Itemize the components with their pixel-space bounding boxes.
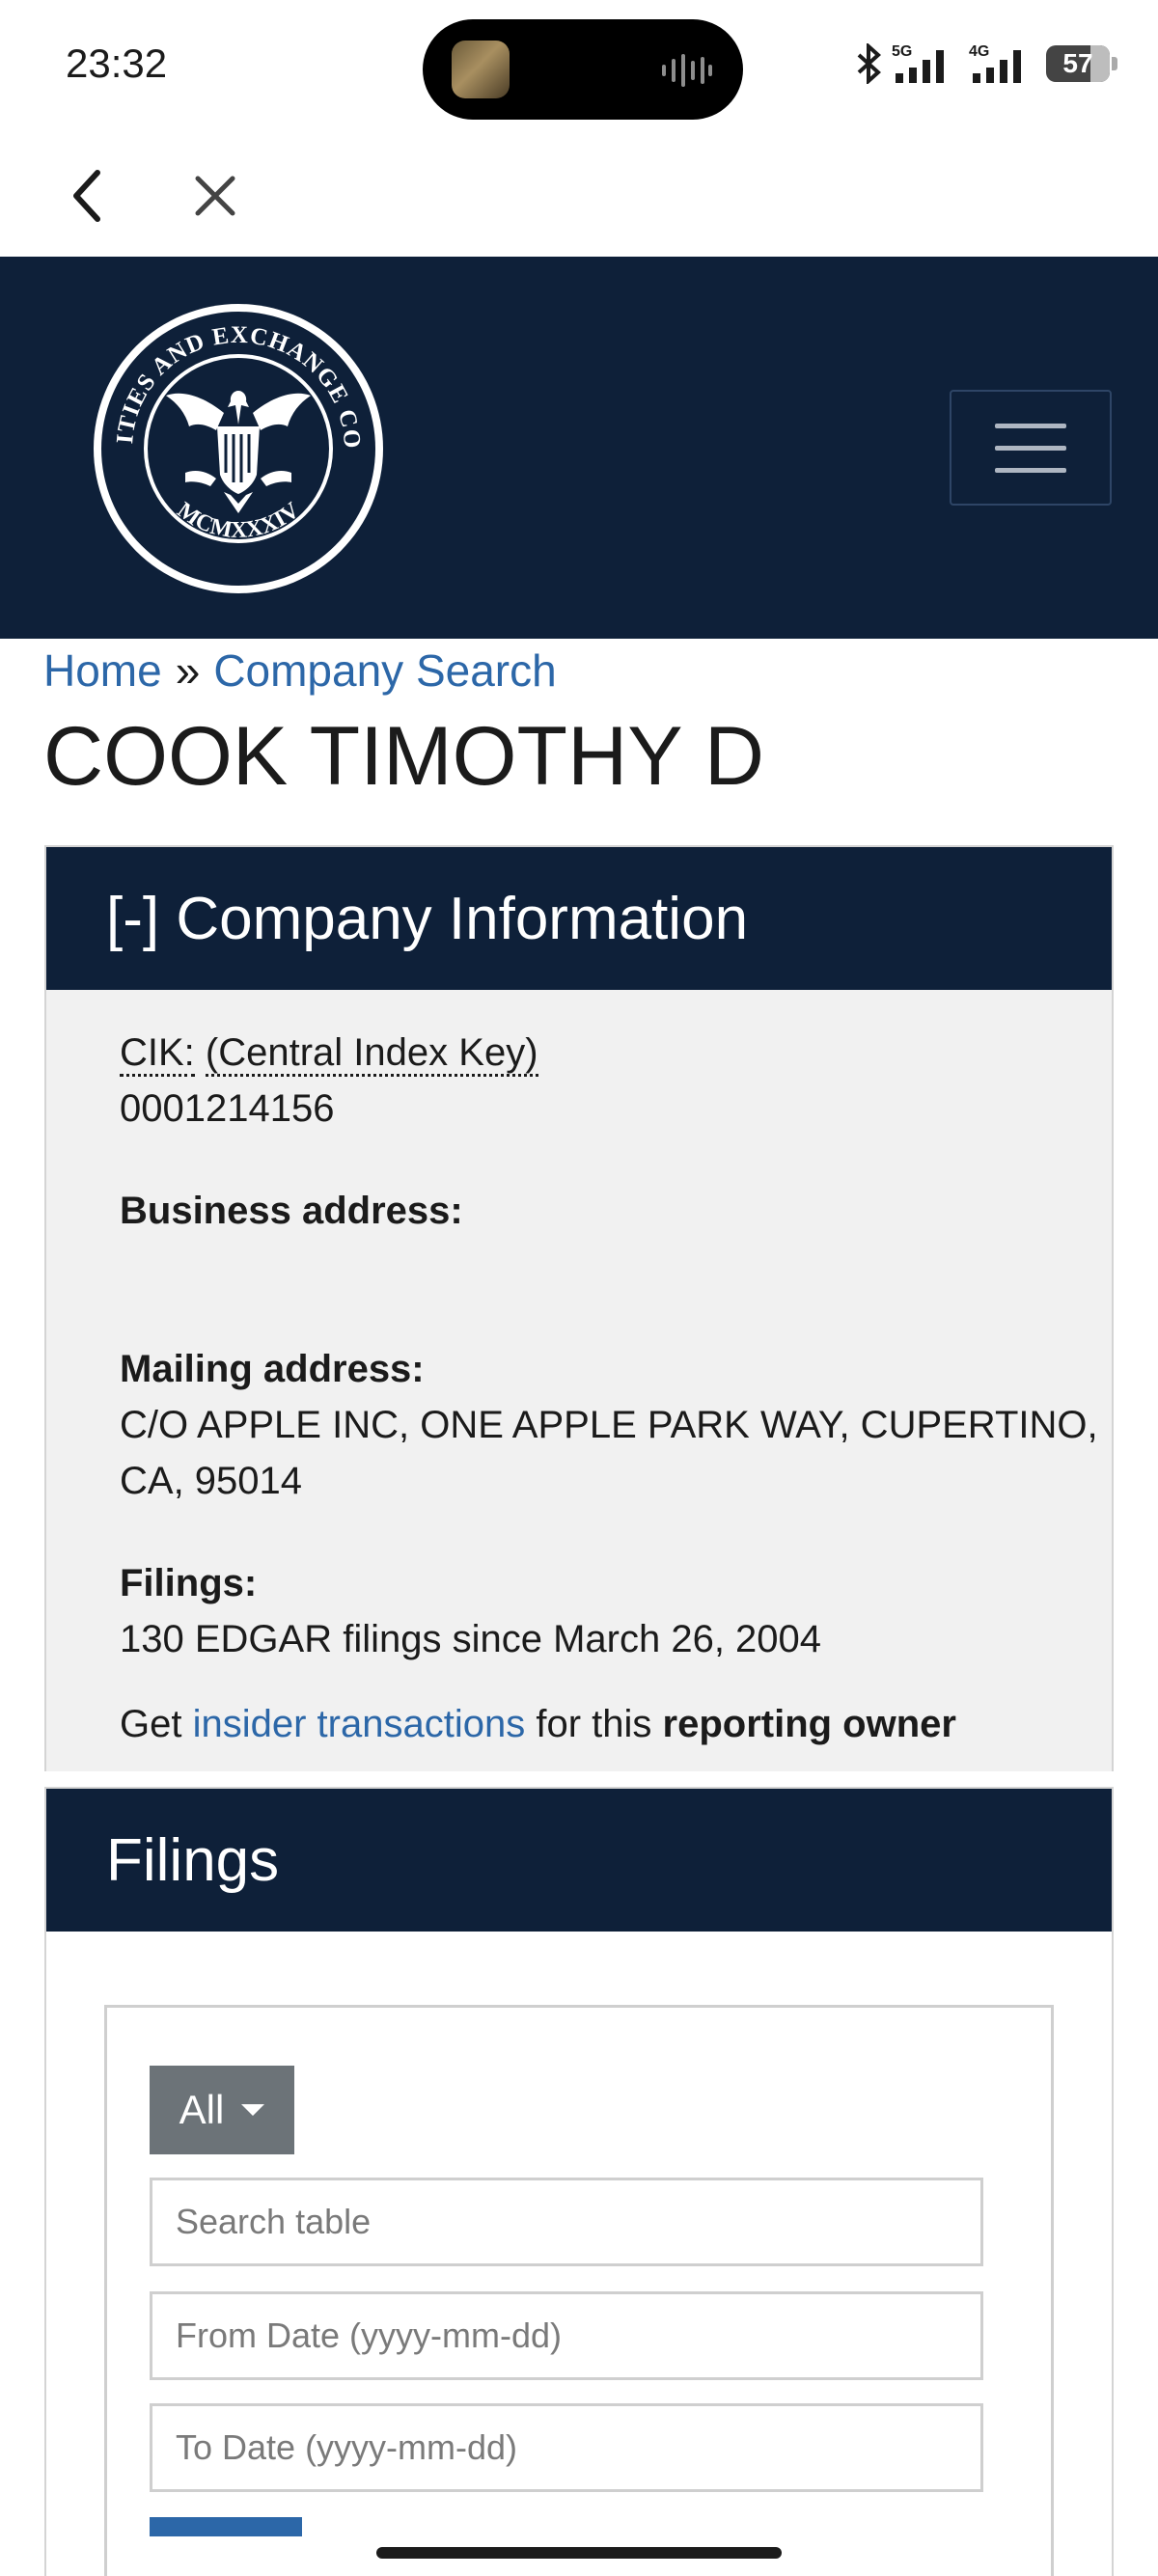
form-type-selected: All — [179, 2087, 225, 2132]
dynamic-island — [423, 19, 743, 120]
filter-submit-button[interactable] — [150, 2517, 302, 2536]
media-thumbnail — [452, 41, 510, 98]
home-indicator[interactable] — [376, 2547, 782, 2559]
filings-panel: Filings All — [44, 1787, 1114, 2576]
hamburger-icon — [995, 423, 1066, 428]
insider-prefix: Get — [120, 1703, 182, 1745]
menu-button[interactable] — [950, 390, 1112, 506]
company-info-body: CIK: (Central Index Key) 0001214156 Busi… — [46, 990, 1112, 1771]
cik-row: CIK: (Central Index Key) — [120, 1025, 1112, 1081]
insider-transactions-row: Get insider transactions for this report… — [120, 1696, 1112, 1752]
mailing-address-line2: CA, 95014 — [120, 1460, 303, 1502]
insider-middle: for this — [536, 1703, 652, 1745]
bluetooth-icon — [857, 43, 881, 84]
cik-label: CIK: — [120, 1031, 195, 1077]
caret-down-icon — [241, 2104, 265, 2116]
mailing-address-label: Mailing address: — [120, 1348, 425, 1390]
battery-level: 57 — [1062, 48, 1093, 78]
company-info-panel: [-] Company Information CIK: (Central In… — [44, 845, 1114, 1771]
filings-body: All — [46, 1932, 1112, 2576]
site-header: U.S. SECURITIES AND EXCHANGE COMMISSION … — [0, 257, 1158, 639]
filings-label: Filings: — [120, 1562, 258, 1604]
page-title: COOK TIMOTHY D — [43, 710, 764, 803]
company-info-toggle[interactable]: [-] Company Information — [46, 847, 1112, 990]
from-date-input[interactable] — [150, 2291, 983, 2380]
breadcrumb-company-search-link[interactable]: Company Search — [213, 645, 556, 696]
mailing-address-line1: C/O APPLE INC, ONE APPLE PARK WAY, CUPER… — [120, 1404, 1098, 1446]
net2-label: 4G — [969, 43, 989, 60]
chevron-left-icon — [73, 170, 100, 222]
cik-expansion: (Central Index Key) — [205, 1031, 538, 1077]
form-type-dropdown[interactable]: All — [150, 2066, 294, 2154]
breadcrumb: Home » Company Search — [43, 644, 557, 697]
browser-nav — [0, 131, 1158, 257]
reporting-owner-text: reporting owner — [662, 1703, 956, 1745]
status-icons: 5G 4G 57 — [855, 42, 1117, 85]
net1-label: 5G — [892, 43, 912, 60]
status-time: 23:32 — [66, 41, 168, 86]
insider-transactions-link[interactable]: insider transactions — [193, 1703, 526, 1745]
close-icon — [195, 176, 235, 216]
filings-header: Filings — [46, 1789, 1112, 1932]
status-bar: 23:32 5G 4G 57 — [0, 0, 1158, 131]
search-table-input[interactable] — [150, 2178, 983, 2266]
signal-5g-icon: 5G — [892, 43, 944, 83]
breadcrumb-separator: » — [175, 645, 201, 696]
to-date-input[interactable] — [150, 2403, 983, 2492]
business-address-label: Business address: — [120, 1190, 463, 1232]
back-button[interactable] — [54, 162, 122, 230]
close-button[interactable] — [181, 162, 249, 230]
cik-value: 0001214156 — [120, 1087, 335, 1130]
breadcrumb-home-link[interactable]: Home — [43, 645, 162, 696]
battery-icon: 57 — [1046, 45, 1117, 82]
filings-filter-box: All — [104, 2005, 1054, 2576]
signal-4g-icon: 4G — [969, 43, 1021, 83]
sec-seal-logo[interactable]: U.S. SECURITIES AND EXCHANGE COMMISSION … — [89, 299, 388, 598]
filings-count: 130 EDGAR filings since March 26, 2004 — [120, 1618, 822, 1660]
audio-wave-icon — [662, 54, 712, 87]
